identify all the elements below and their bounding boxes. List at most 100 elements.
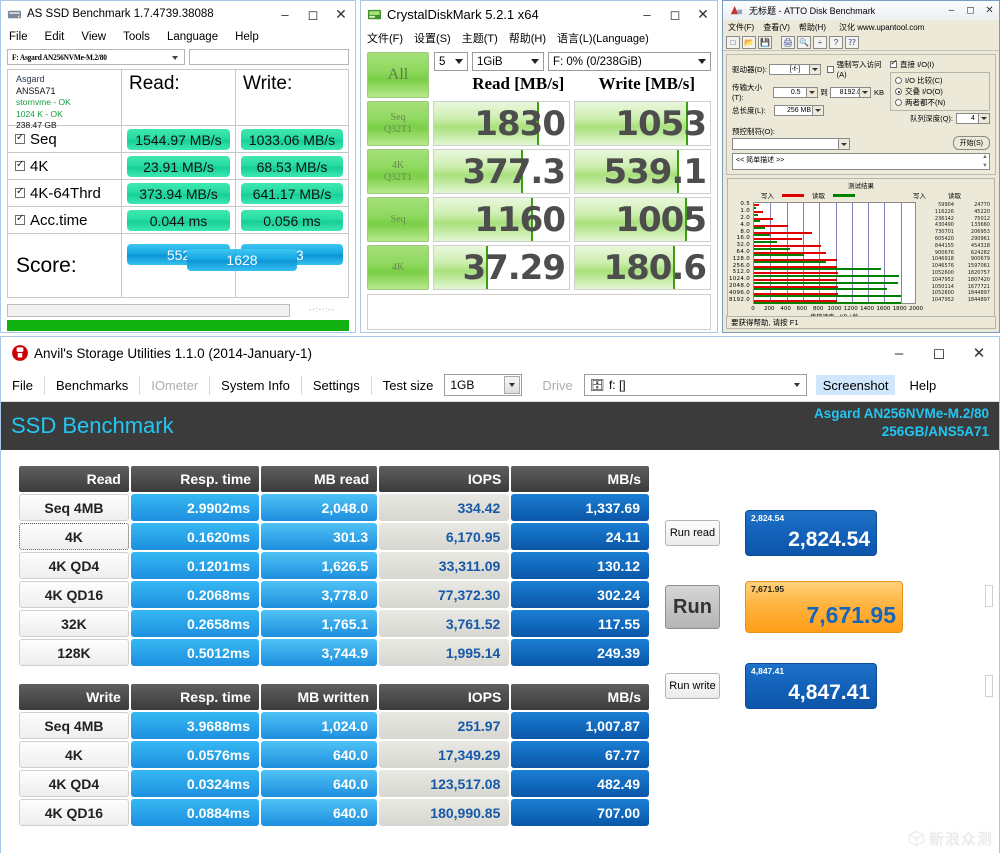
seq-q32t1-button[interactable]: Seq Q32T1	[367, 101, 429, 146]
menu-system-info[interactable]: System Info	[210, 375, 302, 395]
force-write-access-checkbox[interactable]: 强制写入访问(A)	[826, 59, 884, 79]
minimize-icon[interactable]: –	[879, 337, 919, 369]
menu-tools[interactable]: Tools	[123, 31, 150, 43]
minimize-icon[interactable]: –	[633, 1, 661, 27]
run-count-select[interactable]: 5	[434, 52, 468, 71]
table-row: Seq 1544.97 MB/s 1033.06 MB/s	[8, 126, 348, 153]
run-read-button[interactable]: Run read	[665, 520, 720, 546]
new-icon[interactable]: □	[726, 35, 740, 49]
scroll-down-icon[interactable]: ▼	[982, 163, 988, 169]
all-button[interactable]: All	[367, 52, 429, 98]
checkbox-acc-time[interactable]	[15, 213, 25, 225]
checkbox-4k-64thrd[interactable]	[15, 186, 25, 198]
read-row-label[interactable]: 4K	[19, 523, 129, 550]
drive-select[interactable]: [-f-]	[769, 63, 821, 75]
maximize-icon[interactable]: ◻	[919, 337, 959, 369]
read-row-label[interactable]: 4K QD4	[19, 552, 129, 579]
screenshot-button[interactable]: Screenshot	[815, 375, 896, 395]
menu-help[interactable]: 帮助(H)	[799, 22, 826, 33]
test-size-select[interactable]: 1GB	[444, 374, 523, 396]
context-help-icon[interactable]: ⁇	[845, 35, 859, 49]
row-label-acctime[interactable]: Acc.time	[8, 207, 122, 233]
4k-q32t1-button[interactable]: 4K Q32T1	[367, 149, 429, 194]
read-row-label[interactable]: 32K	[19, 610, 129, 637]
total-length-select[interactable]: 256 MB	[774, 105, 824, 116]
minimize-icon[interactable]: –	[271, 1, 299, 27]
help-icon[interactable]: ?	[829, 35, 843, 49]
run-write-button[interactable]: Run write	[665, 673, 720, 699]
transfer-size-from-select[interactable]: 0.5	[773, 86, 819, 98]
scroll-up-icon[interactable]: ▲	[982, 154, 988, 160]
checkbox-seq[interactable]	[15, 132, 25, 144]
drive-select[interactable]: 🗄 f: []	[583, 374, 807, 396]
read-iops-header: IOPS	[379, 466, 510, 492]
preview-icon[interactable]: 🔍	[797, 35, 811, 49]
checkbox-4k[interactable]	[15, 159, 25, 171]
menu-file[interactable]: File	[9, 31, 28, 43]
start-button[interactable]: 开始(S)	[952, 136, 990, 150]
maximize-icon[interactable]: ◻	[961, 1, 980, 20]
menu-help[interactable]: Help	[235, 31, 259, 43]
menu-file[interactable]: 文件(F)	[728, 22, 754, 33]
as-ssd-results-grid: Asgard ANS5A71 stornvme - OK 1024 K - OK…	[7, 69, 349, 298]
close-icon[interactable]: ✕	[327, 1, 355, 27]
minimize-icon[interactable]: –	[942, 1, 961, 20]
menu-settings[interactable]: Settings	[302, 375, 372, 395]
read-iops-value: 33,311.09	[379, 552, 510, 579]
menu-view[interactable]: View	[81, 31, 106, 43]
read-row-label[interactable]: Seq 4MB	[19, 494, 129, 521]
chart-plot-area	[753, 202, 916, 304]
target-drive-select[interactable]: F: 0% (0/238GiB)	[548, 52, 711, 71]
read-header-label: Read:	[129, 73, 180, 94]
cdm-comment-box[interactable]	[367, 294, 711, 330]
help-button[interactable]: Help	[895, 376, 947, 395]
radio-io-compare[interactable]: I/O 比较(C)	[895, 75, 985, 86]
radio-neither[interactable]: 两者都不(N)	[895, 97, 985, 108]
as-ssd-note-input[interactable]	[189, 49, 349, 65]
row-label-4k[interactable]: 4K	[8, 153, 122, 179]
transfer-size-label: 传输大小(T):	[732, 83, 762, 102]
menu-file[interactable]: File	[1, 375, 45, 395]
chart-value-read: 1597061	[967, 263, 990, 270]
queue-depth-select[interactable]: 4	[956, 113, 990, 124]
4k-button[interactable]: 4K	[367, 245, 429, 290]
test-size-select[interactable]: 1GiB	[472, 52, 544, 71]
run-button[interactable]: Run	[665, 585, 720, 629]
menu-benchmarks[interactable]: Benchmarks	[45, 375, 141, 395]
direct-io-checkbox[interactable]: 直接 I/O(I)	[890, 58, 990, 70]
close-icon[interactable]: ✕	[959, 337, 999, 369]
save-icon[interactable]: 💾	[758, 35, 772, 49]
properties-icon[interactable]: ÷	[813, 35, 827, 49]
read-row-label[interactable]: 128K	[19, 639, 129, 666]
menu-language[interactable]: 语言(L)(Language)	[557, 30, 649, 46]
seq-button[interactable]: Seq	[367, 197, 429, 242]
row-label-4k64thrd[interactable]: 4K-64Thrd	[8, 180, 122, 206]
menu-edit[interactable]: Edit	[45, 31, 65, 43]
maximize-icon[interactable]: ◻	[661, 1, 689, 27]
write-row-label[interactable]: 4K QD16	[19, 799, 129, 826]
row-label-seq[interactable]: Seq	[8, 126, 122, 152]
close-icon[interactable]: ✕	[980, 1, 999, 20]
menu-settings[interactable]: 设置(S)	[414, 30, 451, 46]
print-icon[interactable]: 🖨	[781, 35, 795, 49]
read-mb-value: 1,765.1	[261, 610, 378, 637]
write-row-label[interactable]: Seq 4MB	[19, 712, 129, 739]
transfer-size-unit: KB	[873, 87, 884, 97]
close-icon[interactable]: ✕	[689, 1, 717, 27]
menu-view[interactable]: 查看(V)	[763, 22, 790, 33]
read-row-label[interactable]: 4K QD16	[19, 581, 129, 608]
atto-titlebar: 无标题 - ATTO Disk Benchmark – ◻ ✕	[723, 1, 999, 20]
drive-select[interactable]: F: Asgard AN256NVMe-M.2/80	[7, 49, 185, 65]
radio-overlapped-io[interactable]: 交叠 I/O(O)	[895, 86, 985, 97]
controller-select[interactable]	[732, 138, 850, 150]
write-row-label[interactable]: 4K	[19, 741, 129, 768]
maximize-icon[interactable]: ◻	[299, 1, 327, 27]
menu-help[interactable]: 帮助(H)	[509, 30, 546, 46]
menu-language[interactable]: Language	[167, 31, 218, 43]
open-icon[interactable]: 📂	[742, 35, 756, 49]
seq-q32t1-write-value-cell: 1053	[574, 101, 711, 146]
write-row-label[interactable]: 4K QD4	[19, 770, 129, 797]
menu-theme[interactable]: 主题(T)	[462, 30, 498, 46]
transfer-size-to-select[interactable]: 8192.0	[829, 86, 871, 98]
menu-file[interactable]: 文件(F)	[367, 30, 403, 46]
